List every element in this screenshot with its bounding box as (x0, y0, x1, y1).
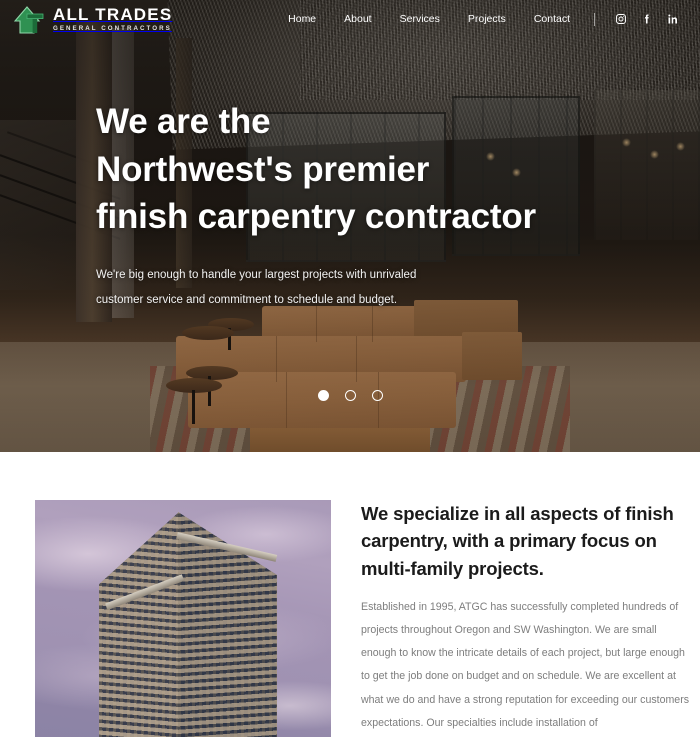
hero-copy: We are the Northwest's premier finish ca… (96, 98, 656, 312)
nav-item-contact[interactable]: Contact (534, 13, 570, 25)
about-image-column (35, 500, 331, 737)
instagram-icon[interactable] (615, 13, 627, 25)
main-navigation: Home About Services Projects Contact (274, 12, 686, 26)
about-text-column: We specialize in all aspects of finish c… (361, 500, 691, 737)
nav-divider (594, 12, 595, 26)
linkedin-icon[interactable] (667, 13, 679, 25)
nav-item-projects[interactable]: Projects (468, 13, 506, 25)
site-header: ALL TRADES GENERAL CONTRACTORS Home Abou… (0, 0, 700, 38)
brand-logo-link[interactable]: ALL TRADES GENERAL CONTRACTORS (13, 4, 173, 35)
carousel-dot-2[interactable] (344, 390, 356, 401)
hero-headline-line-3: finish carpentry contractor (96, 197, 536, 237)
brand-title: ALL TRADES (53, 4, 173, 24)
about-section: We specialize in all aspects of finish c… (0, 452, 700, 737)
about-building-photo (35, 500, 331, 737)
nav-item-home[interactable]: Home (288, 13, 316, 25)
about-body-text: Established in 1995, ATGC has successful… (361, 601, 690, 729)
hero-subtext: We're big enough to handle your largest … (96, 268, 417, 306)
carousel-dots (0, 390, 700, 401)
carousel-dot-1[interactable] (317, 390, 329, 401)
hero-headline-line-2: Northwest's premier (96, 149, 430, 189)
nav-item-services[interactable]: Services (400, 13, 440, 25)
nav-item-about[interactable]: About (344, 13, 371, 25)
hero-headline-line-1: We are the (96, 102, 271, 141)
about-heading: We specialize in all aspects of finish c… (361, 503, 674, 579)
hero-headline: We are the Northwest's premier finish ca… (96, 98, 656, 241)
hero-section: ALL TRADES GENERAL CONTRACTORS Home Abou… (0, 0, 700, 452)
green-house-arrow-logo-icon (13, 4, 46, 35)
brand-tagline: GENERAL CONTRACTORS (53, 24, 172, 32)
facebook-icon[interactable] (641, 13, 653, 25)
carousel-dot-3[interactable] (371, 390, 383, 401)
